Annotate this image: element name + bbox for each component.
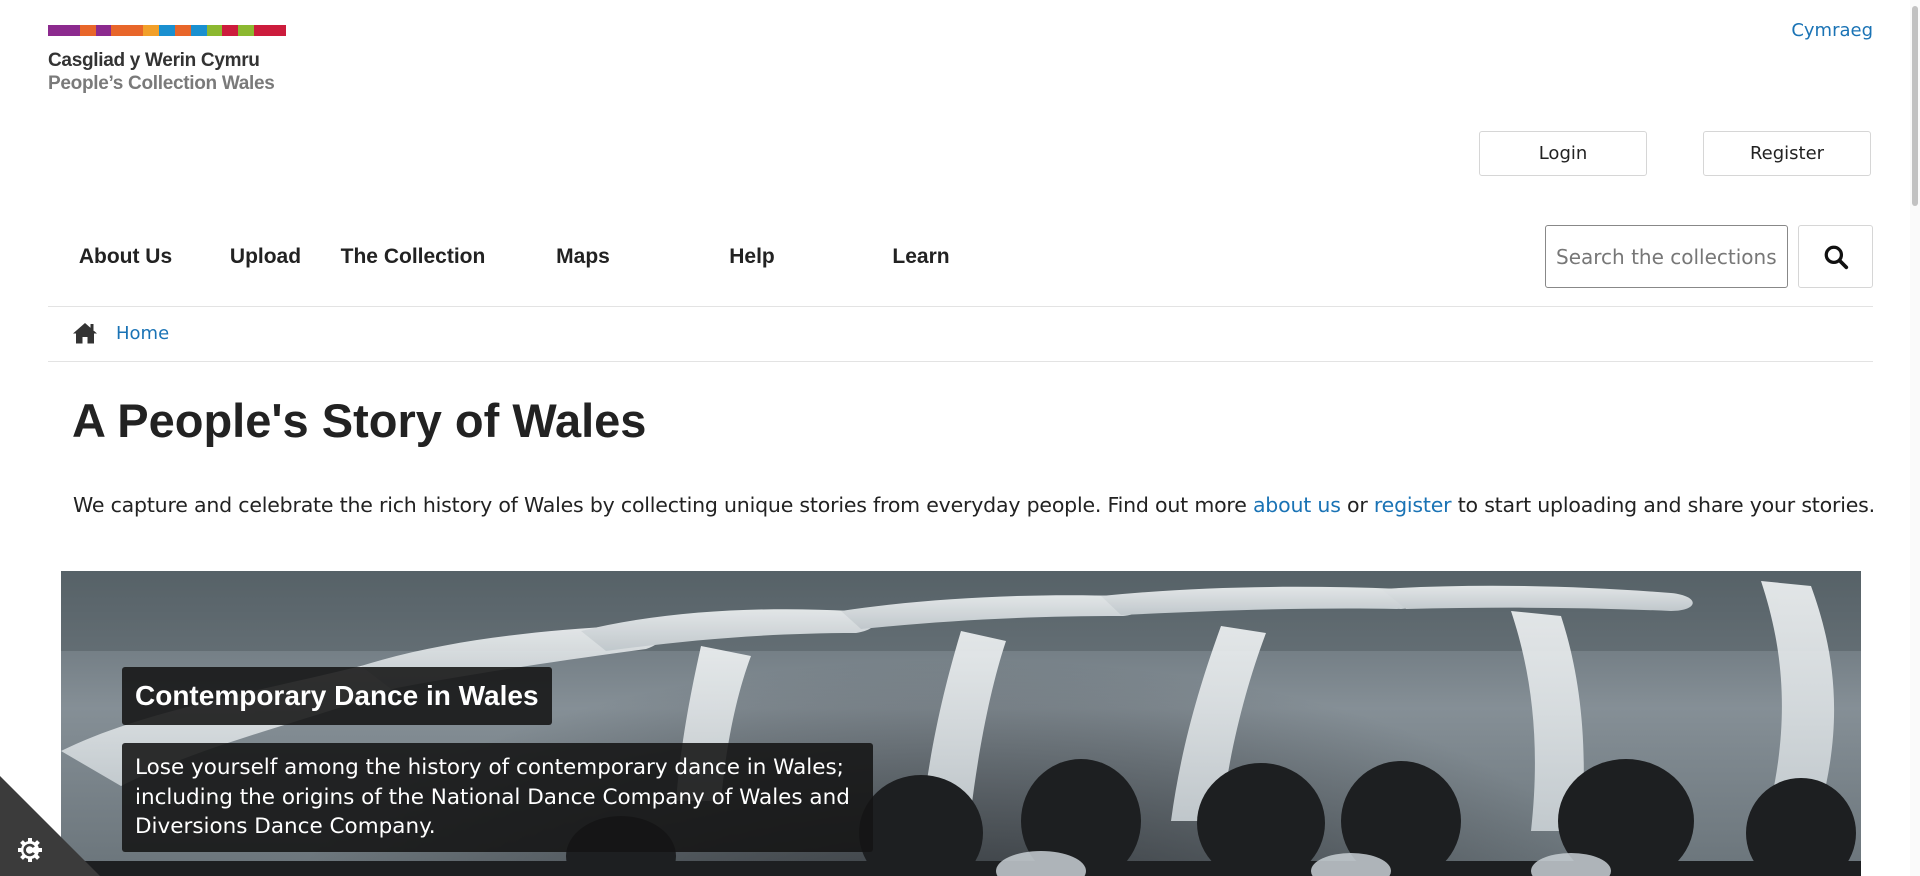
nav-item-about-us[interactable]: About Us <box>48 226 203 288</box>
intro-text-start: We capture and celebrate the rich histor… <box>73 493 1253 517</box>
logo-stripe-segment <box>159 25 175 36</box>
language-switch-link[interactable]: Cymraeg <box>1791 20 1873 41</box>
register-button[interactable]: Register <box>1703 131 1871 176</box>
page-title: A People's Story of Wales <box>72 394 647 447</box>
logo-color-stripe <box>48 25 286 36</box>
hero-banner[interactable]: Contemporary Dance in Wales Lose yoursel… <box>61 571 1861 876</box>
hero-description: Lose yourself among the history of conte… <box>122 743 873 852</box>
site-logo[interactable]: Casgliad y Werin Cymru People’s Collecti… <box>48 25 286 95</box>
nav-item-the-collection[interactable]: The Collection <box>328 226 498 288</box>
logo-stripe-segment <box>143 25 160 36</box>
logo-stripe-segment <box>222 25 239 36</box>
search-icon <box>1824 245 1848 269</box>
page-scrollbar[interactable] <box>1910 0 1920 876</box>
breadcrumb: Home <box>72 318 169 348</box>
scrollbar-thumb[interactable] <box>1912 6 1918 206</box>
logo-stripe-segment <box>63 25 80 36</box>
logo-stripe-segment <box>190 25 207 36</box>
logo-title-english: People’s Collection Wales <box>48 73 275 94</box>
logo-stripe-segment <box>270 25 286 36</box>
about-us-link[interactable]: about us <box>1253 493 1341 517</box>
hero-title[interactable]: Contemporary Dance in Wales <box>122 667 552 725</box>
logo-stripe-segment <box>206 25 223 36</box>
logo-stripe-segment <box>238 25 255 36</box>
search-input[interactable] <box>1545 225 1788 288</box>
logo-stripe-segment <box>254 25 271 36</box>
intro-text-end: to start uploading and share your storie… <box>1451 493 1875 517</box>
intro-paragraph: We capture and celebrate the rich histor… <box>73 493 1875 517</box>
nav-item-learn[interactable]: Learn <box>836 226 1006 288</box>
login-button[interactable]: Login <box>1479 131 1647 176</box>
nav-divider <box>48 306 1873 307</box>
logo-title-welsh: Casgliad y Werin Cymru <box>48 50 260 71</box>
nav-item-upload[interactable]: Upload <box>203 226 328 288</box>
register-link[interactable]: register <box>1374 493 1452 517</box>
cookie-settings-button[interactable] <box>0 776 100 876</box>
main-nav: About Us Upload The Collection Maps Help… <box>48 226 1006 288</box>
breadcrumb-home-link[interactable]: Home <box>116 323 169 344</box>
breadcrumb-divider <box>48 361 1873 362</box>
logo-stripe-segment <box>95 25 112 36</box>
cookie-settings-icon <box>18 838 42 862</box>
search-button[interactable] <box>1798 225 1873 288</box>
nav-item-maps[interactable]: Maps <box>498 226 668 288</box>
intro-text-middle: or <box>1340 493 1374 517</box>
logo-stripe-segment <box>174 25 191 36</box>
logo-stripe-segment <box>48 25 64 36</box>
logo-stripe-segment <box>111 25 128 36</box>
home-icon <box>73 323 97 344</box>
cookie-corner-background <box>0 776 100 876</box>
logo-stripe-segment <box>127 25 144 36</box>
logo-stripe-segment <box>79 25 96 36</box>
nav-item-help[interactable]: Help <box>668 226 836 288</box>
